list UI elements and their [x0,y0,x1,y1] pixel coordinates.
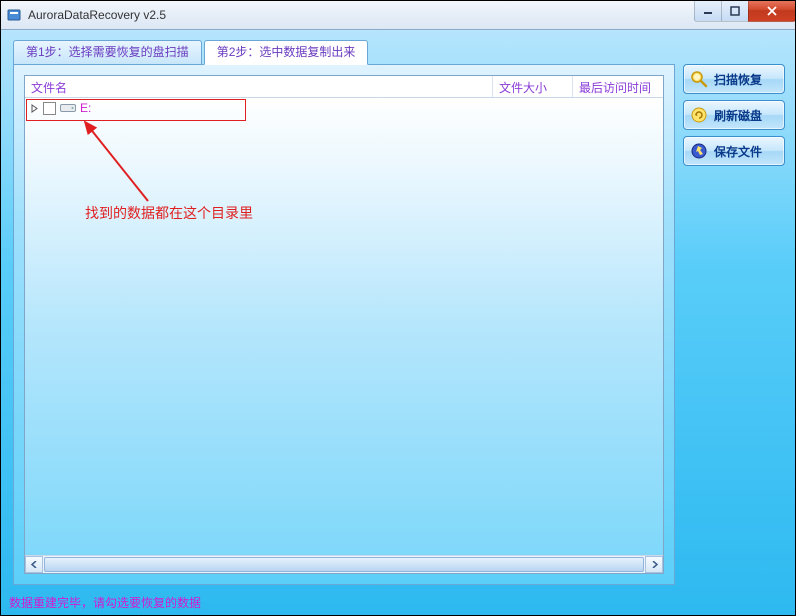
refresh-disk-button[interactable]: 刷新磁盘 [683,100,785,130]
minimize-icon [703,6,713,16]
window-title: AuroraDataRecovery v2.5 [28,8,166,22]
tab-step1[interactable]: 第1步：选择需要恢复的盘扫描 [13,40,202,64]
tab-bar: 第1步：选择需要恢复的盘扫描 第2步：选中数据复制出来 [13,40,675,64]
scroll-left-button[interactable] [25,556,43,573]
save-file-button[interactable]: 保存文件 [683,136,785,166]
annotation-box [26,99,246,121]
refresh-disk-label: 刷新磁盘 [714,107,762,124]
scan-recover-label: 扫描恢复 [714,71,762,88]
list-header: 文件名 文件大小 最后访问时间 [25,76,663,98]
scroll-right-button[interactable] [645,556,663,573]
file-list: 文件名 文件大小 最后访问时间 E: [24,75,664,574]
sidebar: 扫描恢复 刷新磁盘 保存文件 [683,64,785,166]
column-name[interactable]: 文件名 [25,76,493,97]
titlebar: AuroraDataRecovery v2.5 [0,0,796,30]
window-controls [695,0,796,22]
save-icon [690,142,708,160]
maximize-icon [730,6,740,16]
column-time[interactable]: 最后访问时间 [573,76,663,97]
annotation-text: 找到的数据都在这个目录里 [85,203,253,223]
main-content: 第1步：选择需要恢复的盘扫描 第2步：选中数据复制出来 文件名 文件大小 最后访… [13,40,675,585]
scan-recover-button[interactable]: 扫描恢复 [683,64,785,94]
save-file-label: 保存文件 [714,143,762,160]
status-text: 数据重建完毕，请勾选要恢复的数据 [9,594,201,611]
list-body: E: 找到的数据都在这个目录里 [25,98,663,555]
scroll-thumb[interactable] [44,557,644,572]
maximize-button[interactable] [721,0,749,22]
close-icon [766,6,778,16]
step2-panel: 文件名 文件大小 最后访问时间 E: [13,64,675,585]
chevron-left-icon [31,561,38,568]
refresh-icon [690,106,708,124]
magnifier-icon [690,70,708,88]
close-button[interactable] [748,0,796,22]
client-area: 第1步：选择需要恢复的盘扫描 第2步：选中数据复制出来 文件名 文件大小 最后访… [0,30,796,616]
horizontal-scrollbar[interactable] [25,555,663,573]
column-size[interactable]: 文件大小 [493,76,573,97]
app-icon [6,7,22,23]
minimize-button[interactable] [694,0,722,22]
tab-step2[interactable]: 第2步：选中数据复制出来 [204,40,369,65]
status-bar: 数据重建完毕，请勾选要恢复的数据 [5,593,791,611]
annotation-arrow-icon [73,116,173,216]
chevron-right-icon [651,561,658,568]
